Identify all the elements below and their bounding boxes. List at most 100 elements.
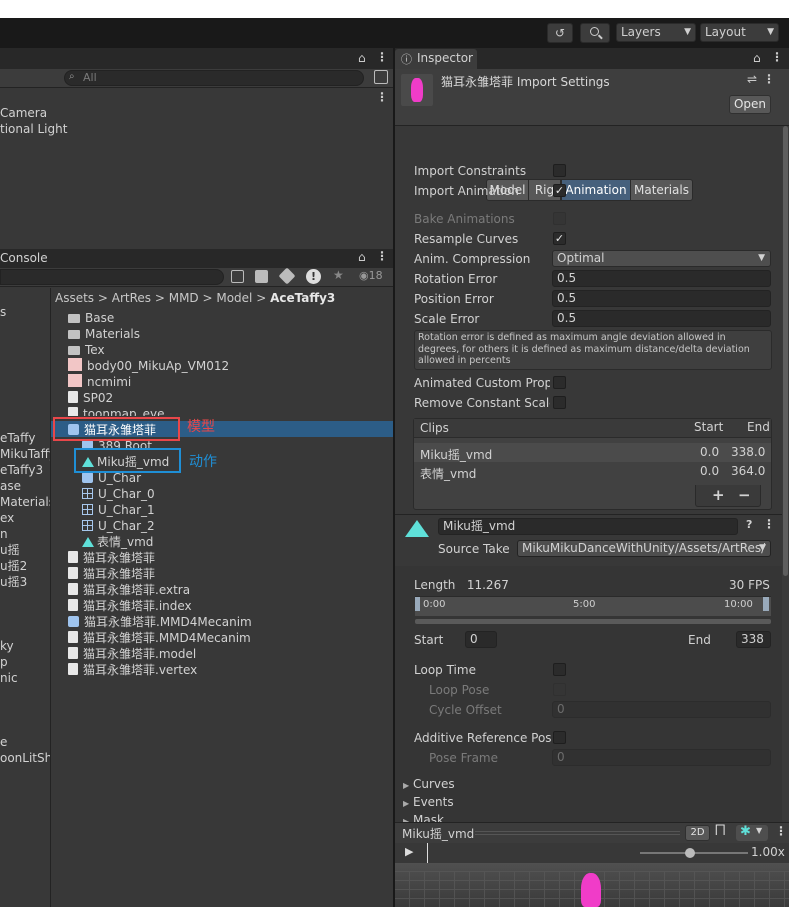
preview-2d-toggle[interactable]: 2D — [685, 825, 710, 841]
asset-row[interactable]: body00_MikuAp_VM012 — [68, 358, 229, 374]
scale-error-field[interactable]: 0.5 — [552, 310, 771, 327]
open-button[interactable]: Open — [729, 95, 771, 114]
folder-item[interactable]: p — [0, 654, 8, 670]
resample-curves-checkbox[interactable]: ✓ — [553, 232, 566, 245]
more-menu-icon[interactable]: ⋮ — [376, 50, 388, 64]
layout-dropdown[interactable]: Layout ▼ — [700, 23, 779, 42]
asset-row[interactable]: 猫耳永雏塔菲.extra — [68, 582, 190, 598]
start-field[interactable]: 0 — [465, 631, 497, 648]
folder-item[interactable]: Materials — [0, 494, 50, 510]
hierarchy-search-input[interactable]: ⌕ All — [64, 70, 364, 86]
history-icon[interactable]: ↺ — [547, 23, 573, 43]
tab-inspector[interactable]: ⓘ Inspector — [395, 49, 477, 69]
asset-row[interactable]: U_Char_1 — [82, 502, 155, 518]
end-marker[interactable] — [763, 597, 769, 611]
clip-row[interactable]: 表情_vmd 0.0 364.0 — [414, 462, 771, 481]
import-constraints-checkbox[interactable] — [553, 164, 566, 177]
more-menu-icon[interactable]: ⋮ — [775, 824, 787, 838]
inspector-scrollbar[interactable] — [782, 126, 789, 820]
folder-item[interactable]: e — [0, 734, 7, 750]
remove-clip-button[interactable]: − — [738, 486, 751, 504]
speed-slider-thumb[interactable] — [685, 848, 695, 858]
anim-compression-dropdown[interactable]: Optimal ▼ — [552, 250, 771, 267]
preset-icon[interactable]: ⇌ — [747, 72, 757, 86]
more-menu-icon[interactable]: ⋮ — [376, 249, 388, 263]
project-search-input[interactable] — [0, 269, 224, 285]
loop-time-checkbox[interactable] — [553, 663, 566, 676]
folder-item[interactable]: eTaffy3 — [0, 462, 43, 478]
asset-row[interactable]: Tex — [68, 342, 105, 358]
asset-row[interactable]: 猫耳永雏塔菲.index — [68, 598, 192, 614]
timeline-ruler[interactable]: 0:00 5:00 10:00 — [415, 596, 771, 616]
folder-item[interactable]: ase — [0, 478, 21, 494]
folder-item[interactable]: ex — [0, 510, 14, 526]
layers-dropdown[interactable]: Layers ▼ — [616, 23, 696, 42]
speed-slider[interactable] — [640, 848, 748, 858]
remove-constant-checkbox[interactable] — [553, 396, 566, 409]
lock-icon[interactable]: ⌂ — [358, 250, 366, 264]
range-bar[interactable] — [415, 619, 771, 624]
folder-item[interactable]: oonLitSh — [0, 750, 50, 766]
clip-row[interactable]: Miku摇_vmd 0.0 338.0 — [414, 443, 771, 462]
clip-name-field[interactable]: Miku摇_vmd — [438, 518, 738, 535]
additive-checkbox[interactable] — [553, 731, 566, 744]
asset-row[interactable]: 猫耳永雏塔菲.vertex — [68, 662, 197, 678]
rotation-error-field[interactable]: 0.5 — [552, 270, 771, 287]
start-marker[interactable] — [415, 597, 420, 611]
scrollbar-thumb[interactable] — [783, 126, 788, 576]
more-menu-icon[interactable]: ⋮ — [763, 517, 775, 531]
asset-row[interactable]: 猫耳永雏塔菲.model — [68, 646, 196, 662]
end-field[interactable]: 338 — [736, 631, 771, 648]
asset-row[interactable]: 猫耳永雏塔菲 — [68, 566, 155, 582]
breadcrumb-item[interactable]: MMD — [169, 291, 199, 305]
hierarchy-item[interactable]: Camera — [0, 105, 47, 121]
tab-animation[interactable]: Animation — [561, 179, 631, 201]
tab-console[interactable]: Console — [0, 251, 48, 265]
hierarchy-item[interactable]: tional Light — [0, 121, 67, 137]
events-foldout[interactable]: ▶ Events — [403, 794, 454, 810]
folder-item[interactable]: ky — [0, 638, 14, 654]
asset-row[interactable]: U_Char_2 — [82, 518, 155, 534]
play-button[interactable]: ▶ — [405, 845, 413, 858]
asset-row[interactable]: 猫耳永雏塔菲.MMD4Mecanim — [68, 630, 251, 646]
add-clip-button[interactable]: + — [712, 486, 725, 504]
preview-viewport[interactable] — [395, 863, 789, 907]
scene-link-icon[interactable] — [374, 70, 388, 84]
warning-icon[interactable]: ! — [306, 269, 321, 284]
filter-label-icon[interactable] — [278, 267, 296, 285]
folder-item[interactable]: u摇 — [0, 542, 20, 558]
curves-foldout[interactable]: ▶ Curves — [403, 776, 455, 792]
folder-item[interactable]: u摇2 — [0, 558, 27, 574]
more-menu-icon[interactable]: ⋮ — [771, 50, 783, 64]
mask-foldout[interactable]: ▶ Mask — [403, 812, 444, 822]
visibility-count[interactable]: ◉18 — [359, 269, 383, 282]
save-search-icon[interactable] — [231, 270, 244, 283]
lock-icon[interactable]: ⌂ — [358, 51, 366, 65]
asset-row[interactable]: ncmimi — [68, 374, 131, 390]
more-menu-icon[interactable]: ⋮ — [763, 72, 775, 86]
asset-row[interactable]: 猫耳永雏塔菲.MMD4Mecanim — [68, 614, 252, 630]
star-icon[interactable]: ★ — [333, 268, 344, 282]
search-icon[interactable] — [580, 23, 610, 43]
asset-row[interactable]: toonmap_eye — [68, 406, 165, 416]
asset-row[interactable]: Base — [68, 310, 114, 326]
animated-custom-checkbox[interactable] — [553, 376, 566, 389]
lock-icon[interactable]: ⌂ — [753, 51, 761, 65]
asset-row[interactable]: Materials — [68, 326, 140, 342]
folder-item[interactable]: MikuTaffy2 — [0, 446, 50, 462]
position-error-field[interactable]: 0.5 — [552, 290, 771, 307]
breadcrumb-item[interactable]: Model — [216, 291, 252, 305]
tab-materials[interactable]: Materials — [630, 179, 693, 201]
source-take-dropdown[interactable]: MikuMikuDanceWithUnity/Assets/ArtRes/▼ — [517, 540, 771, 557]
breadcrumb-current[interactable]: AceTaffy3 — [270, 291, 335, 305]
folder-item[interactable]: nic — [0, 670, 18, 686]
asset-row[interactable]: SP02 — [68, 390, 113, 406]
avatar-preview-icon[interactable]: ✱ ▼ — [736, 824, 768, 841]
breadcrumb-item[interactable]: Assets — [55, 291, 94, 305]
asset-row[interactable]: 表情_vmd — [82, 534, 153, 550]
import-animation-checkbox[interactable]: ✓ — [553, 184, 566, 197]
folder-item[interactable]: eTaffy — [0, 430, 35, 446]
folder-item[interactable]: s — [0, 304, 6, 320]
folder-item[interactable]: n — [0, 526, 8, 542]
folder-item[interactable]: u摇3 — [0, 574, 27, 590]
